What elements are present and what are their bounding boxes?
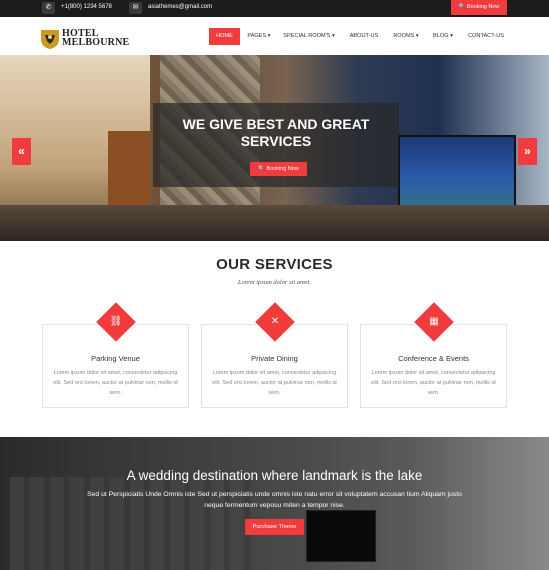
service-title-dining: Private Dining	[251, 354, 298, 363]
logo-line-2: MELBOURNE	[62, 37, 130, 48]
service-title-parking: Parking Venue	[91, 354, 140, 363]
envelope-icon: ✉	[129, 2, 142, 14]
nav-pages[interactable]: PAGES ▾	[245, 28, 273, 45]
car-icon: ⛓	[109, 316, 123, 327]
search-icon: 🔍	[258, 166, 265, 172]
promo-text: Sed ut Perspiciatis Unde Omnis iste Sed …	[87, 491, 462, 509]
hero-booking-label: Booking Now	[266, 166, 299, 172]
search-icon: 🔍	[458, 4, 466, 10]
slider-next-button[interactable]: »	[518, 138, 537, 165]
service-text-dining: Lorem ipsum dolor sit amet, consectetur …	[212, 370, 337, 396]
fork-knife-icon: ✕	[270, 316, 280, 327]
promo-title: A wedding destination where landmark is …	[126, 468, 423, 483]
services-title: OUR SERVICES	[216, 256, 333, 273]
shield-logo-icon	[41, 30, 59, 49]
hero-image-floor	[0, 205, 549, 241]
site-logo[interactable]: HOTEL MELBOURNE	[39, 28, 134, 50]
service-title-conference: Conference & Events	[398, 354, 469, 363]
service-text-parking: Lorem ipsum dolor sit amet, consectetur …	[53, 370, 178, 396]
phone-icon: ✆	[42, 2, 55, 14]
hero-booking-button[interactable]: 🔍 Booking Now	[250, 162, 307, 176]
promo-image-tv	[306, 510, 376, 562]
purchase-theme-button[interactable]: Purchase Theme	[245, 519, 304, 535]
nav-about-us[interactable]: ABOUT-US	[346, 28, 382, 45]
nav-special-rooms[interactable]: SPECIAL ROOM'S ▾	[282, 28, 336, 45]
logo-text: HOTEL MELBOURNE	[62, 29, 130, 48]
services-subtitle: Lorem ipsum dolor sit amet.	[237, 279, 312, 286]
nav-blog[interactable]: BLOG ▾	[430, 28, 456, 45]
service-text-conference: Lorem ipsum dolor sit amet, consectetur …	[371, 370, 496, 396]
booking-now-label: Booking Now	[466, 4, 500, 10]
booking-now-button[interactable]: 🔍 Booking Now	[451, 0, 507, 15]
nav-contact-us[interactable]: CONTACT-US	[465, 28, 507, 45]
slider-prev-button[interactable]: «	[12, 138, 31, 165]
hero-title: WE GIVE BEST AND GREAT SERVICES	[182, 116, 370, 149]
calendar-icon: ▦	[429, 316, 439, 327]
email-address[interactable]: asiathemes@gmail.com	[148, 4, 212, 10]
nav-home[interactable]: HOME	[209, 28, 240, 45]
nav-rooms[interactable]: ROOMS ▾	[392, 28, 420, 45]
phone-number[interactable]: +1(800) 1234 5678	[61, 4, 112, 10]
